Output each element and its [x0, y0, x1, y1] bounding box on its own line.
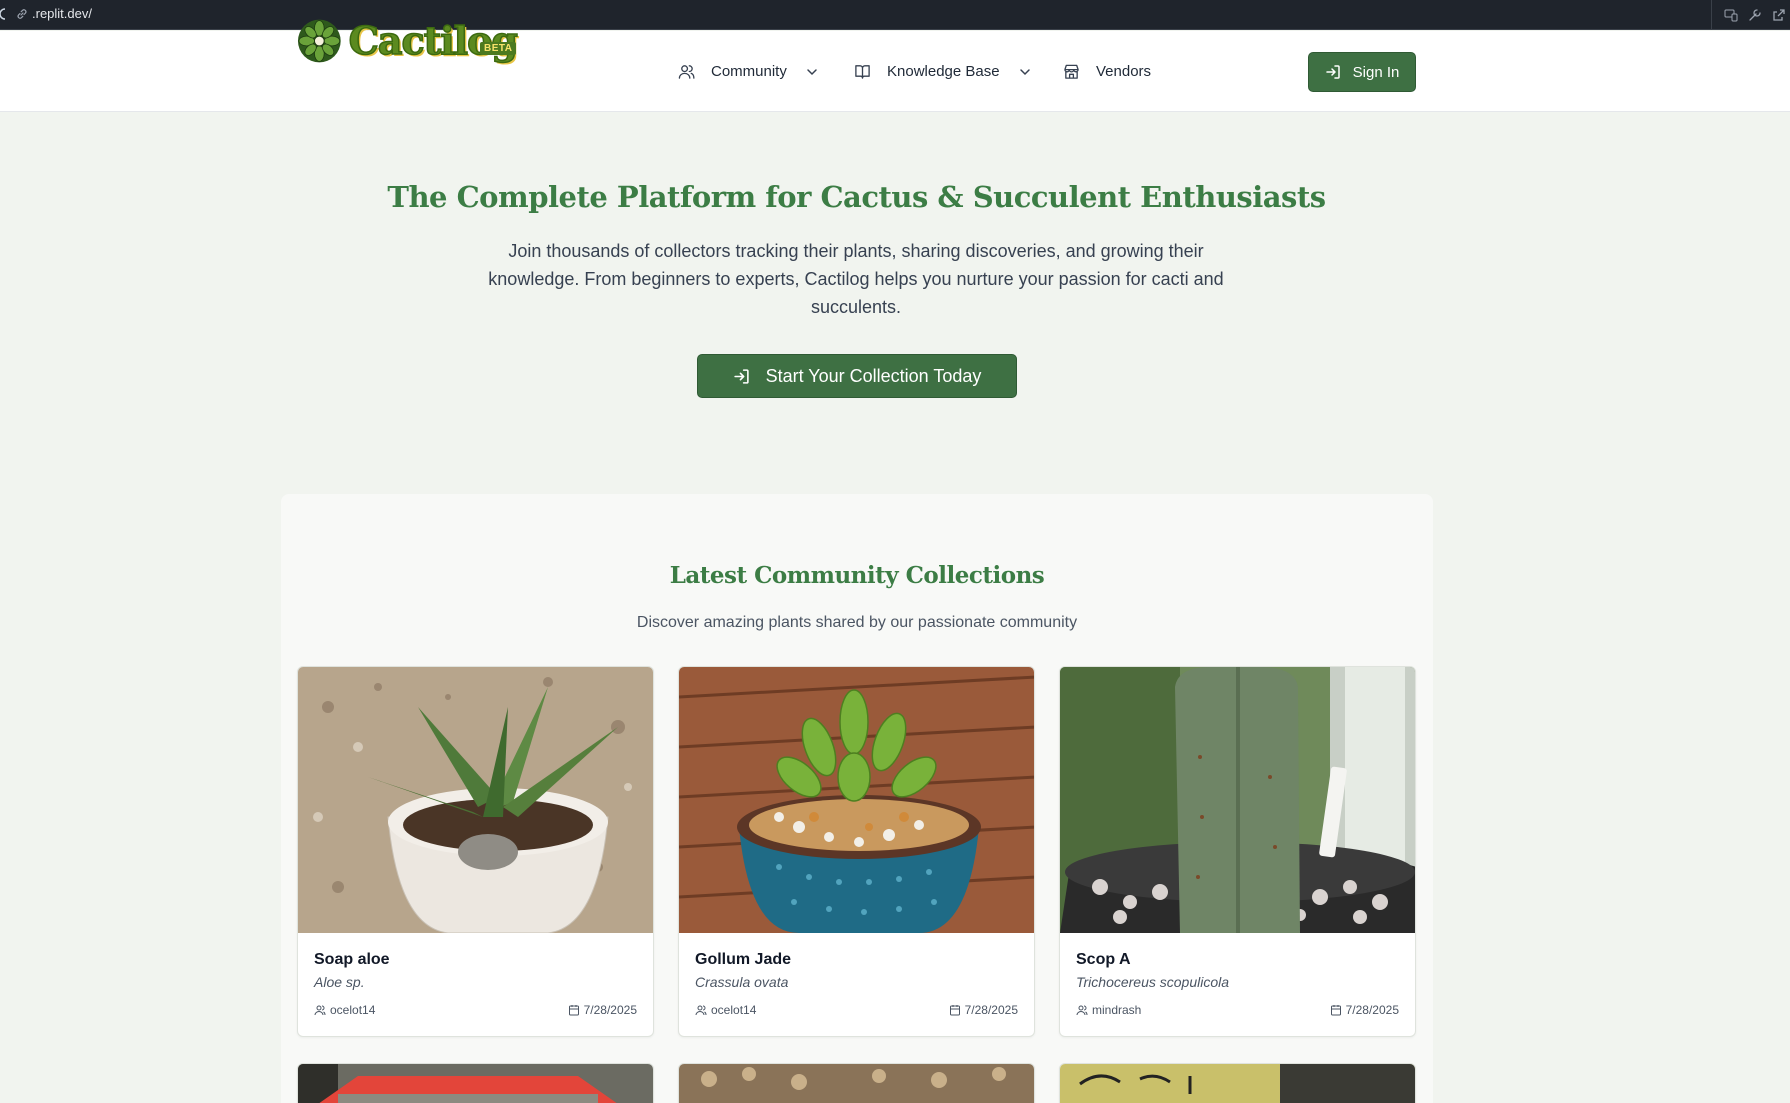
address-url: .replit.dev/: [32, 6, 92, 21]
plant-species: Aloe sp.: [314, 974, 365, 990]
calendar-icon: [568, 1005, 579, 1016]
plant-photo: [679, 667, 1034, 933]
plant-name: Gollum Jade: [695, 951, 792, 968]
card-meta: ocelot14 7/28/2025: [314, 1003, 637, 1019]
log-in-icon: [733, 368, 749, 384]
card-user[interactable]: ocelot14: [314, 1003, 375, 1017]
log-in-icon: [1325, 65, 1340, 79]
address-bar[interactable]: .replit.dev/: [16, 6, 92, 21]
plant-photo: [679, 1064, 1034, 1103]
plant-name: Scop A: [1076, 951, 1131, 968]
hero-title: The Complete Platform for Cactus & Succu…: [387, 180, 1326, 214]
devices-icon[interactable]: [1724, 8, 1738, 22]
calendar-icon: [949, 1005, 960, 1016]
browser-tools: [1711, 0, 1790, 30]
plant-photo: [298, 667, 653, 933]
chevron-down-icon: [807, 68, 817, 75]
card-date: 7/28/2025: [949, 1003, 1018, 1017]
plant-card[interactable]: [1059, 1063, 1416, 1103]
external-link-icon[interactable]: [1772, 8, 1786, 22]
nav-knowledge-base-label: Knowledge Base: [887, 63, 1000, 80]
sign-in-label: Sign In: [1352, 63, 1400, 81]
chevron-down-icon: [1019, 68, 1030, 75]
link-icon: [17, 8, 27, 19]
plant-name: Soap aloe: [314, 951, 390, 968]
card-meta: ocelot14 7/28/2025: [695, 1003, 1018, 1019]
card-date-text: 7/28/2025: [1345, 1003, 1399, 1017]
card-user[interactable]: ocelot14: [695, 1003, 756, 1017]
users-icon: [695, 1005, 707, 1016]
plant-species: Crassula ovata: [695, 974, 789, 990]
sign-in-button[interactable]: Sign In: [1308, 52, 1416, 92]
calendar-icon: [1330, 1005, 1341, 1016]
plant-card[interactable]: Soap aloe Aloe sp. ocelot14 7/28/2025: [297, 666, 654, 1037]
wrench-icon[interactable]: [1748, 8, 1762, 22]
card-username: ocelot14: [330, 1003, 376, 1017]
card-meta: mindrash 7/28/2025: [1076, 1003, 1399, 1019]
card-username: mindrash: [1092, 1003, 1142, 1017]
plant-card[interactable]: Gollum Jade Crassula ovata ocelot14 7/28…: [678, 666, 1035, 1037]
plant-card[interactable]: Scop A Trichocereus scopulicola mindrash…: [1059, 666, 1416, 1037]
nav-community[interactable]: Community: [678, 31, 819, 112]
nav-vendors[interactable]: Vendors: [1063, 31, 1151, 112]
card-username: ocelot14: [711, 1003, 757, 1017]
cactus-logo-icon: [297, 19, 341, 63]
users-icon: [314, 1005, 326, 1016]
plant-card[interactable]: [297, 1063, 654, 1103]
store-icon: [1064, 64, 1079, 79]
plant-photo: [1060, 667, 1415, 933]
card-date-text: 7/28/2025: [583, 1003, 637, 1017]
browser-toolbar: .replit.dev/: [0, 0, 1790, 30]
hero-description: Join thousands of collectors tracking th…: [488, 241, 1224, 317]
card-date: 7/28/2025: [568, 1003, 637, 1017]
logo[interactable]: Cactilog: [297, 16, 519, 66]
card-date-text: 7/28/2025: [964, 1003, 1018, 1017]
reload-icon[interactable]: [0, 7, 6, 21]
nav-vendors-label: Vendors: [1096, 63, 1152, 80]
nav-knowledge-base[interactable]: Knowledge Base: [854, 31, 1032, 112]
beta-badge: BETA: [480, 42, 517, 55]
users-icon: [1076, 1005, 1088, 1016]
collections-title: Latest Community Collections: [669, 562, 1045, 589]
start-collection-label: Start Your Collection Today: [765, 365, 982, 386]
card-user[interactable]: mindrash: [1076, 1003, 1141, 1017]
collections-subtitle: Discover amazing plants shared by our pa…: [636, 614, 1078, 631]
plant-species: Trichocereus scopulicola: [1076, 974, 1230, 990]
plant-card[interactable]: [678, 1063, 1035, 1103]
users-icon: [678, 65, 695, 79]
start-collection-button[interactable]: Start Your Collection Today: [697, 354, 1017, 398]
card-date: 7/28/2025: [1330, 1003, 1399, 1017]
nav-community-label: Community: [711, 63, 787, 80]
plant-photo: [1060, 1064, 1415, 1103]
plant-photo: [298, 1064, 653, 1103]
book-icon: [855, 65, 870, 79]
